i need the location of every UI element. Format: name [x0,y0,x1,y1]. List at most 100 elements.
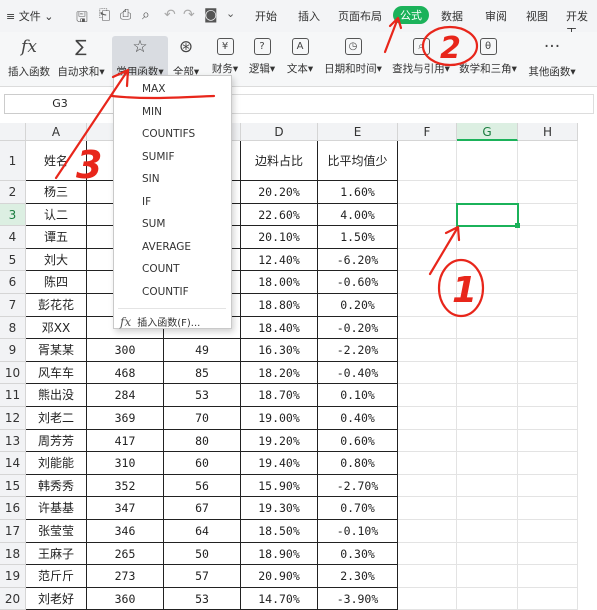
cell-h9[interactable] [518,339,578,362]
tab-view[interactable]: 视图 [526,8,548,24]
column-header-e[interactable]: E [318,123,398,141]
cell-e15[interactable]: -2.70% [318,474,398,498]
lookup-reference-button[interactable]: ⌕ 查找与引用▾ [390,36,452,76]
cell-e2[interactable]: 1.60% [318,181,398,204]
cell-f9[interactable] [398,339,457,362]
cell-h1[interactable] [518,141,578,181]
cell-e18[interactable]: 0.30% [318,542,398,566]
cell-g8[interactable] [457,316,518,340]
cell-b12[interactable]: 369 [87,407,164,430]
cell-h11[interactable] [518,384,578,407]
cell-g4[interactable] [457,226,518,249]
cell-c9[interactable]: 49 [164,339,241,362]
cell-c18[interactable]: 50 [164,542,241,566]
function-item-countif[interactable]: COUNTIF [142,286,189,298]
row-header-10[interactable]: 10 [0,361,26,385]
cell-e17[interactable]: -0.10% [318,520,398,543]
row-header-12[interactable]: 12 [0,407,26,430]
cell-d17[interactable]: 18.50% [241,520,318,543]
cell-g12[interactable] [457,407,518,430]
cell-h12[interactable] [518,407,578,430]
cell-a16[interactable]: 许基基 [26,497,87,520]
function-item-count[interactable]: COUNT [142,263,180,275]
function-item-sumif[interactable]: SUMIF [142,151,175,163]
row-header-15[interactable]: 15 [0,474,26,498]
cell-b10[interactable]: 468 [87,361,164,385]
cell-a9[interactable]: 胥某某 [26,339,87,362]
cell-f5[interactable] [398,248,457,272]
cell-a18[interactable]: 王麻子 [26,542,87,566]
function-item-sum[interactable]: SUM [142,218,165,230]
cell-h14[interactable] [518,452,578,475]
cell-c17[interactable]: 64 [164,520,241,543]
cell-e3[interactable]: 4.00% [318,203,398,227]
cell-c11[interactable]: 53 [164,384,241,407]
cell-d4[interactable]: 20.10% [241,226,318,249]
cell-d2[interactable]: 20.20% [241,181,318,204]
cell-h19[interactable] [518,565,578,588]
cell-h8[interactable] [518,316,578,340]
cell-f16[interactable] [398,497,457,520]
save-icon[interactable]: 🖫 [76,7,88,31]
cell-d11[interactable]: 18.70% [241,384,318,407]
cell-f2[interactable] [398,181,457,204]
cell-f7[interactable] [398,294,457,317]
cell-g11[interactable] [457,384,518,407]
cell-d15[interactable]: 15.90% [241,474,318,498]
tab-data[interactable]: 数据 [441,8,463,24]
cell-d9[interactable]: 16.30% [241,339,318,362]
common-functions-button[interactable]: ☆ 常用函数▾ [112,36,168,78]
row-header-1[interactable]: 1 [0,141,26,181]
cell-f20[interactable] [398,587,457,610]
cell-f19[interactable] [398,565,457,588]
insert-function-button[interactable]: fx 插入函数 [6,36,52,79]
tab-review[interactable]: 审阅 [485,8,507,24]
cell-e11[interactable]: 0.10% [318,384,398,407]
cell-f3[interactable] [398,203,457,227]
cell-h10[interactable] [518,361,578,385]
cell-g18[interactable] [457,542,518,566]
cell-f11[interactable] [398,384,457,407]
cell-d10[interactable]: 18.20% [241,361,318,385]
cell-a17[interactable]: 张莹莹 [26,520,87,543]
cell-f15[interactable] [398,474,457,498]
cell-b11[interactable]: 284 [87,384,164,407]
export-icon[interactable]: ⎗ [99,7,110,23]
cell-e16[interactable]: 0.70% [318,497,398,520]
cell-e6[interactable]: -0.60% [318,271,398,294]
cell-b19[interactable]: 273 [87,565,164,588]
cell-d13[interactable]: 19.20% [241,429,318,453]
column-header-f[interactable]: F [398,123,457,141]
cell-b13[interactable]: 417 [87,429,164,453]
undo-icon[interactable]: ↶ [164,7,176,23]
camera-icon[interactable]: ◙ [204,7,218,23]
column-header-h[interactable]: H [518,123,578,141]
cell-a19[interactable]: 范斤斤 [26,565,87,588]
tab-home[interactable]: 开始 [255,8,277,24]
row-header-14[interactable]: 14 [0,452,26,475]
cell-e19[interactable]: 2.30% [318,565,398,588]
cell-h20[interactable] [518,587,578,610]
cell-g1[interactable] [457,141,518,181]
row-header-9[interactable]: 9 [0,339,26,362]
cell-h5[interactable] [518,248,578,272]
cell-c20[interactable]: 53 [164,587,241,610]
row-header-18[interactable]: 18 [0,542,26,566]
tab-insert[interactable]: 插入 [298,8,320,24]
function-item-average[interactable]: AVERAGE [142,241,191,253]
insert-function-menu-item[interactable]: fx 插入函数(F)... [120,314,200,329]
cell-g5[interactable] [457,248,518,272]
redo-icon[interactable]: ↷ [183,7,195,23]
cell-h18[interactable] [518,542,578,566]
cell-f6[interactable] [398,271,457,294]
cell-d5[interactable]: 12.40% [241,248,318,272]
cell-b18[interactable]: 265 [87,542,164,566]
cell-g19[interactable] [457,565,518,588]
cell-f14[interactable] [398,452,457,475]
cell-a8[interactable]: 邓XX [26,316,87,340]
column-header-g[interactable]: G [457,123,518,141]
cell-a2[interactable]: 杨三 [26,181,87,204]
cell-a11[interactable]: 熊出没 [26,384,87,407]
cell-e4[interactable]: 1.50% [318,226,398,249]
cell-a3[interactable]: 认二 [26,203,87,227]
